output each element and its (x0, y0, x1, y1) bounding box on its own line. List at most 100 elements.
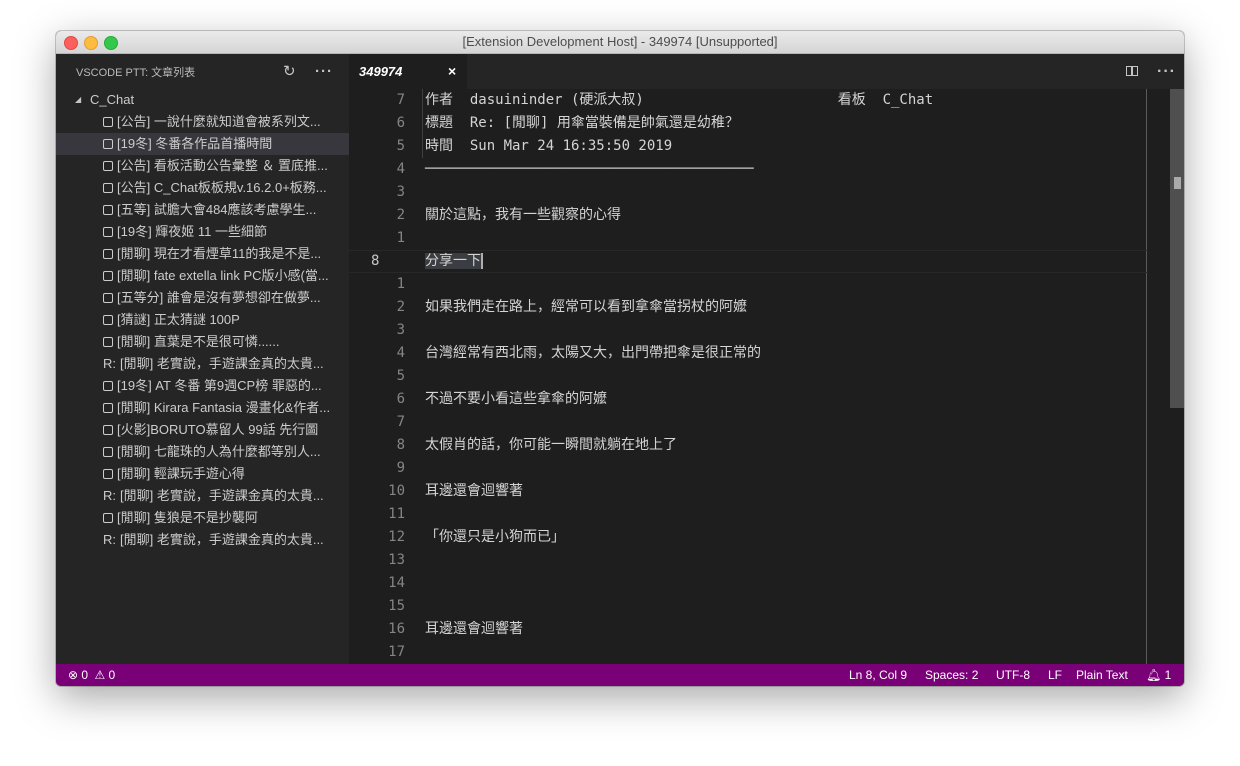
sidebar-title: VSCODE PTT: 文章列表 (76, 66, 196, 79)
line-number: 5 (396, 138, 405, 154)
article-item[interactable]: [19冬] AT 冬番 第9週CP榜 罪惡的... (56, 375, 349, 397)
split-editor-icon[interactable] (1126, 66, 1138, 76)
code-line[interactable]: 5 時間 Sun Mar 24 16:35:50 2019 (349, 135, 1148, 158)
more-actions-icon[interactable]: ··· (315, 54, 333, 89)
text-content: 標題 Re: [閒聊] 用傘當裝備是帥氣還是幼稚？ (425, 115, 739, 131)
code-line[interactable]: 14 (349, 572, 1148, 595)
article-title: [閒聊] 輕課玩手遊心得 (117, 466, 245, 481)
code-line[interactable]: 1 (349, 273, 1148, 296)
article-item[interactable]: [五等分] 誰會是沒有夢想卻在做夢... (56, 287, 349, 309)
article-item[interactable]: [猜謎] 正太猜謎 100P (56, 309, 349, 331)
article-title: [閒聊] Kirara Fantasia 漫畫化&作者... (117, 400, 331, 415)
indentation[interactable]: Spaces: 2 (925, 664, 978, 686)
code-line[interactable]: 6 不過不要小看這些拿傘的阿嬤 (349, 388, 1148, 411)
close-tab-icon[interactable]: × (448, 54, 456, 89)
article-item[interactable]: R: [閒聊] 老實說，手遊課金真的太貴... (56, 353, 349, 375)
article-item[interactable]: [閒聊] Kirara Fantasia 漫畫化&作者... (56, 397, 349, 419)
article-item[interactable]: R: [閒聊] 老實說，手遊課金真的太貴... (56, 529, 349, 551)
article-item[interactable]: [閒聊] fate extella link PC版小感(當... (56, 265, 349, 287)
line-number: 12 (388, 529, 405, 545)
line-number: 7 (396, 414, 405, 430)
article-item[interactable]: [公告] 看板活動公告彙整 ＆ 置底推... (56, 155, 349, 177)
code-line[interactable]: 7 (349, 411, 1148, 434)
scrollbar-thumb[interactable] (1170, 89, 1184, 408)
code-line[interactable]: 16 耳邊還會迴響著 (349, 618, 1148, 641)
line-number: 2 (396, 207, 405, 223)
error-icon: ⊗ (68, 668, 79, 682)
end-of-line[interactable]: LF (1048, 664, 1062, 686)
code-line[interactable]: 11 (349, 503, 1148, 526)
article-item[interactable]: [公告] C_Chat板板規v.16.2.0+板務... (56, 177, 349, 199)
error-count: 0 (81, 668, 89, 682)
unread-checkbox-icon (103, 403, 113, 413)
maximize-window-button[interactable] (104, 36, 118, 50)
code-line[interactable]: 2 關於這點，我有一些觀察的心得 (349, 204, 1148, 227)
code-line[interactable]: 4 ─────────────────────────────────────── (349, 158, 1148, 181)
unread-checkbox-icon (103, 227, 113, 237)
refresh-icon[interactable]: ↻ (283, 54, 296, 89)
code-line[interactable]: 2 如果我們走在路上，經常可以看到拿傘當拐杖的阿嬤 (349, 296, 1148, 319)
board-node[interactable]: ◢ C_Chat (56, 89, 349, 111)
article-item[interactable]: [閒聊] 直葉是不是很可憐...... (56, 331, 349, 353)
article-item[interactable]: [閒聊] 隻狼是不是抄襲阿 (56, 507, 349, 529)
line-number: 4 (396, 161, 405, 177)
code-line[interactable]: 6 標題 Re: [閒聊] 用傘當裝備是帥氣還是幼稚？ (349, 112, 1148, 135)
line-number: 3 (396, 322, 405, 338)
article-title: [閒聊] fate extella link PC版小感(當... (117, 268, 329, 283)
code-line[interactable]: 12 「你還只是小狗而已」 (349, 526, 1148, 549)
code-line[interactable]: 9 (349, 457, 1148, 480)
code-line[interactable]: 1 (349, 227, 1148, 250)
notifications[interactable]: 🔔︎ 1 (1146, 664, 1171, 686)
code-line[interactable]: 8 太假肖的話，你可能一瞬間就躺在地上了 (349, 434, 1148, 457)
code-line[interactable]: 3 (349, 319, 1148, 342)
editor-more-icon[interactable]: ··· (1157, 54, 1176, 89)
article-item[interactable]: [閒聊] 七龍珠的人為什麼都等別人... (56, 441, 349, 463)
encoding[interactable]: UTF-8 (996, 664, 1030, 686)
article-item[interactable]: [閒聊] 輕課玩手遊心得 (56, 463, 349, 485)
line-number: 8 (396, 437, 405, 453)
code-line[interactable]: 3 (349, 181, 1148, 204)
text-content: ─────────────────────────────────────── (425, 161, 754, 177)
article-item[interactable]: [火影]BORUTO慕留人 99話 先行圖 (56, 419, 349, 441)
article-item[interactable]: [五等] 試膽大會484應該考慮學生... (56, 199, 349, 221)
article-item[interactable]: [19冬] 冬番各作品首播時間 (56, 133, 349, 155)
line-number: 4 (396, 345, 405, 361)
code-line[interactable]: 4 台灣經常有西北雨，太陽又大，出門帶把傘是很正常的 (349, 342, 1148, 365)
unread-checkbox-icon (103, 271, 113, 281)
close-window-button[interactable] (64, 36, 78, 50)
warning-count: 0 (108, 668, 116, 682)
reply-prefix: R: (103, 356, 116, 371)
code-line[interactable]: 8 分享一下 (349, 250, 1148, 273)
code-line[interactable]: 13 (349, 549, 1148, 572)
text-content: 關於這點，我有一些觀察的心得 (425, 207, 621, 223)
cursor-position[interactable]: Ln 8, Col 9 (849, 664, 907, 686)
line-number: 6 (396, 391, 405, 407)
article-item[interactable]: [閒聊] 現在才看煙草11的我是不是... (56, 243, 349, 265)
line-number: 17 (388, 644, 405, 660)
code-line[interactable]: 5 (349, 365, 1148, 388)
code-line[interactable]: 10 耳邊還會迴響著 (349, 480, 1148, 503)
article-item[interactable]: [公告] 一說什麼就知道會被系列文... (56, 111, 349, 133)
line-text: 分享一下 (425, 251, 483, 272)
expanded-triangle-icon: ◢ (75, 95, 82, 104)
tab-349974[interactable]: 349974 × (349, 54, 467, 89)
code-line[interactable]: 15 (349, 595, 1148, 618)
code-view[interactable]: 7 作者 dasuininder (硬派大叔) 看板 C_Chat 6 標題 Re: … (349, 89, 1184, 664)
text-content: 作者 dasuininder (硬派大叔) 看板 C_Chat (425, 92, 934, 108)
problems-indicator[interactable]: ⊗ 0 ⚠ 0 (68, 664, 115, 686)
code-line[interactable]: 17 (349, 641, 1148, 664)
language-mode[interactable]: Plain Text (1076, 664, 1128, 686)
unread-checkbox-icon (103, 293, 113, 303)
article-item[interactable]: [19冬] 輝夜姬 11 一些細節 (56, 221, 349, 243)
line-text: 太假肖的話，你可能一瞬間就躺在地上了 (425, 434, 677, 457)
text-content: 如果我們走在路上，經常可以看到拿傘當拐杖的阿嬤 (425, 299, 747, 315)
unread-checkbox-icon (103, 513, 113, 523)
article-title: [19冬] 冬番各作品首播時間 (117, 136, 273, 151)
minimize-window-button[interactable] (84, 36, 98, 50)
article-item[interactable]: R: [閒聊] 老實說，手遊課金真的太貴... (56, 485, 349, 507)
code-line[interactable]: 7 作者 dasuininder (硬派大叔) 看板 C_Chat (349, 89, 1148, 112)
line-number: 13 (388, 552, 405, 568)
vertical-scrollbar[interactable] (1170, 89, 1184, 664)
unread-checkbox-icon (103, 161, 113, 171)
text-content: 太假肖的話，你可能一瞬間就躺在地上了 (425, 437, 677, 453)
